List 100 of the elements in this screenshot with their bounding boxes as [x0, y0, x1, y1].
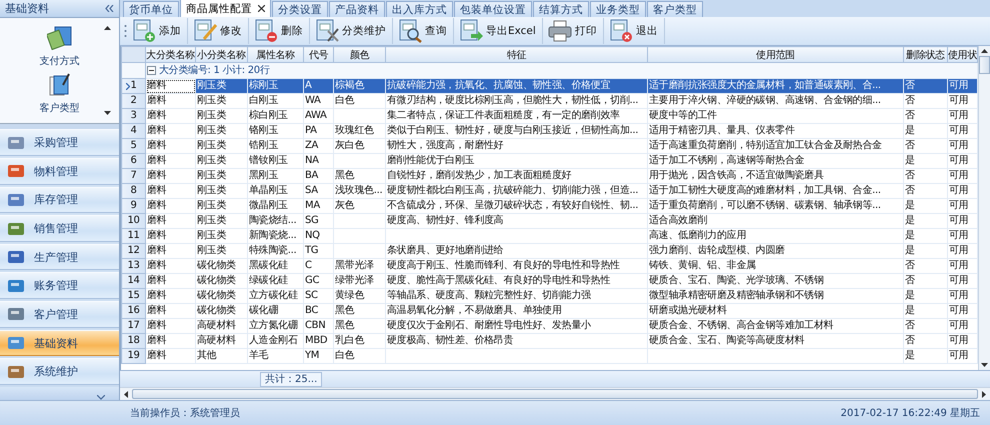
- scroll-left-icon[interactable]: [124, 390, 128, 398]
- nav-item[interactable]: 采购管理: [0, 129, 119, 156]
- table-row[interactable]: 19 磨料 其他 羊毛 YM 白色 是 可用: [122, 348, 978, 364]
- table-cell: 是: [905, 215, 915, 226]
- table-row[interactable]: 18 磨料 高硬材料 人造金刚石 MBD 乳白色 硬度极高、韧性差、价格昂贵 硬质合金、宝石、陶瓷等高硬度材料 否 可用: [122, 334, 978, 348]
- scroll-up-icon[interactable]: [981, 49, 988, 53]
- row-header[interactable]: 8: [122, 184, 146, 198]
- collapse-icon[interactable]: [105, 4, 114, 12]
- table-row[interactable]: 6 磨料 刚玉类 镨钕刚玉 NA 磨削性能优于白刚玉 适于加工不锈刚，高速钢等耐热合金 是 可用: [122, 154, 978, 168]
- toolbar-button[interactable]: 退出: [606, 18, 665, 44]
- row-header[interactable]: 5: [122, 138, 146, 154]
- scroll-down-icon[interactable]: [104, 111, 111, 116]
- tab[interactable]: 产品资料: [329, 1, 385, 17]
- card-icon[interactable]: [46, 26, 72, 50]
- table-row[interactable]: 2 磨料 刚玉类 白刚玉 WA 白色 有微刃结构，硬度比棕刚玉高，但脆性大，韧性低，切削... 主要用于淬火钢、淬硬的碳钢、高速钢、合金钢的细... 否 可用: [122, 94, 978, 108]
- row-header[interactable]: 7: [122, 168, 146, 184]
- row-header[interactable]: 15: [122, 288, 146, 304]
- tab[interactable]: 客户类型: [647, 1, 703, 17]
- chevron-down-icon[interactable]: [97, 395, 105, 400]
- shortcut-label[interactable]: 客户类型: [40, 100, 80, 115]
- table-row[interactable]: 10 磨料 刚玉类 陶瓷烧结... SG 硬度高、韧性好、锋利度高 适合高效磨削 是 可用: [122, 214, 978, 228]
- scroll-down-icon[interactable]: [981, 363, 988, 367]
- row-header[interactable]: 11: [122, 228, 146, 244]
- scroll-thumb[interactable]: [132, 389, 978, 399]
- nav-item[interactable]: 物料管理: [0, 158, 119, 185]
- close-icon[interactable]: [258, 5, 265, 12]
- shortcut-label[interactable]: 支付方式: [40, 54, 80, 68]
- row-header[interactable]: 4: [122, 124, 146, 138]
- table-row[interactable]: 9 磨料 刚玉类 微晶刚玉 MA 灰色 不含硫成分，环保、呈微刃破碎状态，有较好自锐性、韧... 适于重负荷磨削，可以磨不锈钢、碳素钢、轴承钢等... 是 可用: [122, 198, 978, 214]
- table-cell: 白色: [335, 350, 354, 361]
- column-header[interactable]: 大分类名称: [146, 46, 196, 62]
- column-header[interactable]: 代号: [304, 46, 334, 62]
- toolbar-button[interactable]: 修改: [190, 18, 249, 44]
- nav-item[interactable]: 系统维护: [0, 358, 119, 386]
- row-header[interactable]: 9: [122, 198, 146, 214]
- nav-item[interactable]: 生产管理: [0, 244, 119, 270]
- notebook-tools-icon: [314, 19, 340, 43]
- table-cell: 棕刚玉: [249, 80, 278, 91]
- tab[interactable]: 结算方式: [533, 1, 589, 17]
- row-header[interactable]: 10: [122, 214, 146, 228]
- table-row[interactable]: 5 磨料 刚玉类 锆刚玉 ZA 灰白色 韧性大，强度高，耐磨性好 适于高速重负荷磨削，特别适宜加工钛合金及耐热合金 否 可用: [122, 138, 978, 154]
- tab[interactable]: 包装单位设置: [454, 1, 532, 17]
- table-row[interactable]: 4 磨料 刚玉类 铬刚玉 PA 玫瑰红色 类似于白刚玉、韧性好，硬度与白刚玉接近，但韧性高加... 适用于精密刃具、量具、仪表零件 是 可用: [122, 124, 978, 138]
- toolbar-button[interactable]: 添加: [129, 18, 188, 44]
- nav-item[interactable]: 销售管理: [0, 215, 119, 242]
- tab[interactable]: 出入库方式: [386, 1, 453, 17]
- nav-item[interactable]: 库存管理: [0, 186, 119, 214]
- nav-item[interactable]: 基础资料: [0, 330, 119, 356]
- table-row[interactable]: 7 磨料 刚玉类 黑刚玉 BA 黑色 自锐性好，磨削发热少，加工表面粗糙度好 用于抛光，因含铁高，不适宜做陶瓷磨具 否 可用: [122, 168, 978, 184]
- table-row[interactable]: 11 磨料 刚玉类 新陶瓷烧... NQ 高速、低磨削力的应用 是 可用: [122, 228, 978, 244]
- vertical-scrollbar[interactable]: [978, 46, 990, 370]
- row-header[interactable]: 1: [122, 78, 146, 94]
- table-row[interactable]: 17 磨料 高硬材料 立方氮化硼 CBN 黑色 硬度仅次于金刚石、耐磨性导电性好、发热量小 硬质合金、不锈钢、高合金钢等难加工材料 否 可用: [122, 318, 978, 334]
- table-row[interactable]: 12 磨料 刚玉类 特殊陶瓷... TG 条状磨具、更好地磨削进给 强力磨削、齿轮成型模、内圆磨 是 可用: [122, 244, 978, 258]
- column-header[interactable]: 使用范围: [648, 46, 904, 62]
- row-header[interactable]: 19: [122, 348, 146, 364]
- column-header[interactable]: 属性名称: [248, 46, 304, 62]
- row-header[interactable]: 13: [122, 258, 146, 274]
- grip-icon[interactable]: [124, 24, 127, 38]
- table-row[interactable]: 13 磨料 碳化物类 黑碳化硅 C 黑带光泽 硬度高于刚玉、性脆而锋利、有良好的导电性和导热性 铸铁、黄铜、铝、非金属 否 可用: [122, 258, 978, 274]
- document-pen-icon[interactable]: [46, 72, 72, 97]
- table-cell: 人造金刚石: [249, 335, 298, 346]
- scroll-right-icon[interactable]: [982, 390, 986, 398]
- row-header[interactable]: 14: [122, 274, 146, 288]
- table-cell: 可用: [949, 290, 968, 301]
- collapse-toggle-icon[interactable]: [147, 66, 156, 75]
- column-header[interactable]: 特征: [386, 46, 648, 62]
- row-header[interactable]: 6: [122, 154, 146, 168]
- table-row[interactable]: 3 磨料 刚玉类 棕白刚玉 AWA 集二者特点，保证工件表面粗糙度，有一定的磨削效率 硬度中等的工件 否 可用: [122, 108, 978, 124]
- tab[interactable]: 业务类型: [590, 1, 646, 17]
- column-header[interactable]: 颜色: [334, 46, 386, 62]
- table-row[interactable]: 8 磨料 刚玉类 单晶刚玉 SA 浅玫瑰色... 硬度韧性都比白刚玉高，抗破碎能力、切削能力强，但造... 适于加工韧性大硬度高的难磨材料，加工具钢、合金... 否 可用: [122, 184, 978, 198]
- horizontal-scrollbar[interactable]: [120, 387, 990, 400]
- nav-item[interactable]: 客户管理: [0, 301, 119, 328]
- table-cell: NA: [305, 155, 319, 166]
- nav-item[interactable]: 账务管理: [0, 272, 119, 300]
- row-header[interactable]: 2: [122, 94, 146, 108]
- row-header[interactable]: 12: [122, 244, 146, 258]
- column-header[interactable]: 删除状态: [904, 46, 948, 62]
- tab[interactable]: 货币单位: [123, 1, 179, 17]
- table-row[interactable]: 15 磨料 碳化物类 立方碳化硅 SC 黄绿色 等轴晶系、硬度高、颗粒完整性好、切削能力强 微型轴承精密研磨及精密轴承钢和不锈钢 是 可用: [122, 288, 978, 304]
- toolbar-button[interactable]: 查询: [395, 18, 454, 44]
- row-header[interactable]: 3: [122, 108, 146, 124]
- table-cell: BC: [305, 305, 318, 316]
- toolbar-button[interactable]: 导出Excel: [456, 18, 543, 44]
- row-header[interactable]: 18: [122, 334, 146, 348]
- table-cell: 否: [905, 185, 915, 196]
- toolbar-button[interactable]: 打印: [544, 18, 604, 44]
- column-header[interactable]: 小分类名称: [196, 46, 248, 62]
- scroll-up-icon[interactable]: [104, 26, 111, 30]
- tab[interactable]: 商品属性配置: [180, 0, 271, 17]
- scroll-thumb[interactable]: [979, 56, 990, 74]
- row-header[interactable]: 16: [122, 304, 146, 318]
- table-row[interactable]: 14 磨料 碳化物类 绿碳化硅 GC 绿带光泽 硬度、脆性高于黑碳化硅、有良好的导电性和导热性 硬质合、宝石、陶瓷、光学玻璃、不锈钢 否 可用: [122, 274, 978, 288]
- toolbar-button[interactable]: 分类维护: [312, 18, 393, 44]
- group-label: 大分类编号: 1 小计: 20行: [159, 64, 270, 78]
- tab[interactable]: 分类设置: [272, 1, 328, 17]
- table-row[interactable]: 16 磨料 碳化物类 碳化硼 BC 黑色 高温易氧化分解，不易做磨具、单独使用 研磨或抛光硬材料 是 可用: [122, 304, 978, 318]
- row-header[interactable]: 17: [122, 318, 146, 334]
- toolbar-button[interactable]: 删除: [251, 18, 310, 44]
